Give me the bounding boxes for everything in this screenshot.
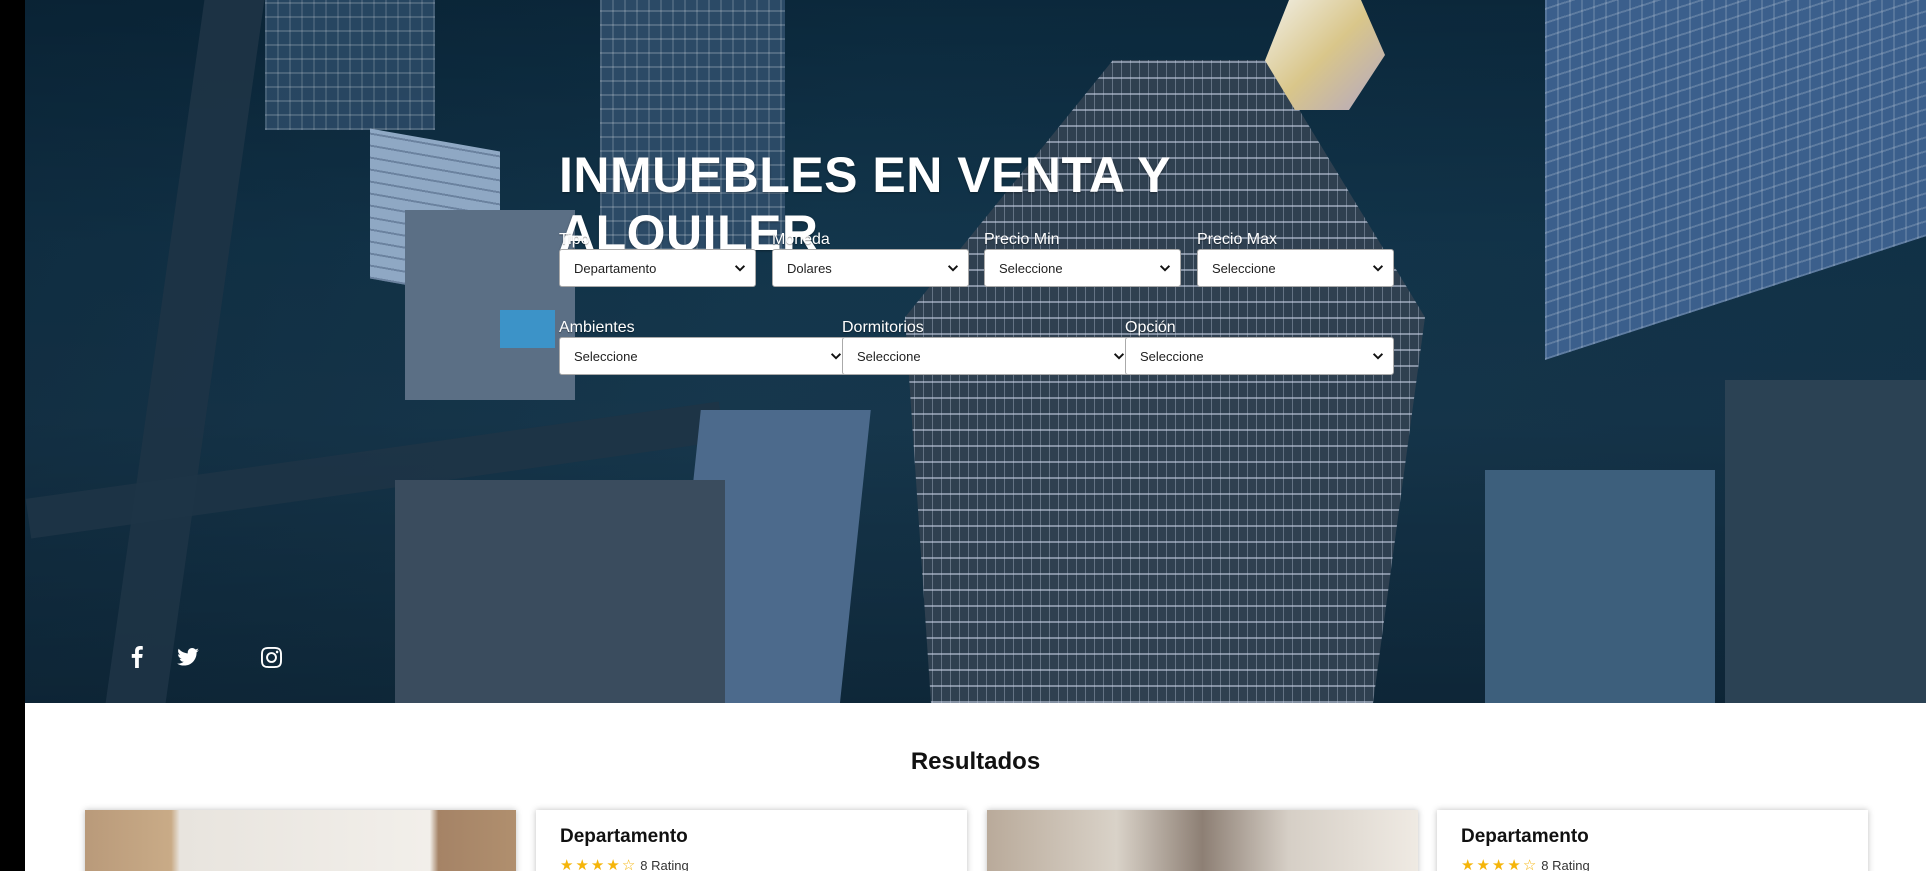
property-card-title: Departamento: [1461, 826, 1589, 847]
bg-building: [1545, 0, 1926, 360]
moneda-select[interactable]: Dolares: [772, 249, 969, 287]
chevron-down-icon: [1159, 265, 1171, 272]
property-card-photo[interactable]: [85, 810, 516, 871]
opcion-select-value: Seleccione: [1140, 348, 1204, 364]
bg-road: [105, 0, 265, 703]
filter-moneda-label: Moneda: [772, 231, 830, 248]
filter-opcion-label: Opción: [1125, 319, 1176, 336]
rating-text: 8 Rating: [640, 858, 689, 871]
moneda-select-value: Dolares: [787, 260, 832, 276]
filter-moneda: Moneda Dolares: [772, 230, 969, 287]
chevron-down-icon: [830, 353, 842, 360]
bg-building: [1725, 380, 1926, 703]
results-title: Resultados: [910, 748, 1041, 775]
opcion-select[interactable]: Seleccione: [1125, 337, 1394, 375]
star-empty-icon: ☆: [1522, 857, 1537, 871]
twitter-link[interactable]: [175, 645, 201, 669]
photo-detail: [219, 830, 249, 844]
results-section: Resultados Departamento ★ ★ ★ ★ ☆ 8 Rati…: [25, 703, 1926, 871]
property-card-photo[interactable]: [987, 810, 1418, 871]
rating-text: 8 Rating: [1541, 858, 1590, 871]
bg-building: [265, 0, 435, 130]
star-icon: ★: [1491, 857, 1506, 871]
bg-pool: [500, 310, 555, 348]
tipo-select[interactable]: Departamento: [559, 249, 756, 287]
chevron-down-icon: [1372, 353, 1384, 360]
property-card-title: Departamento: [560, 826, 688, 847]
rating-row: ★ ★ ★ ★ ☆ 8 Rating: [1461, 858, 1590, 871]
instagram-link[interactable]: [259, 645, 283, 669]
bg-building: [405, 210, 575, 400]
property-card[interactable]: Departamento ★ ★ ★ ★ ☆ 8 Rating: [1437, 810, 1868, 871]
ambientes-select-value: Seleccione: [574, 348, 638, 364]
star-icon: ★: [590, 857, 605, 871]
chevron-down-icon: [734, 265, 746, 272]
star-icon: ★: [560, 857, 574, 871]
facebook-link[interactable]: [125, 645, 149, 669]
filter-ambientes-label: Ambientes: [559, 319, 635, 336]
rating-row: ★ ★ ★ ★ ☆ 8 Rating: [560, 858, 689, 871]
precio-max-select-value: Seleccione: [1212, 260, 1276, 276]
filter-opcion: Opción Seleccione: [1125, 318, 1394, 375]
star-icon: ★: [1461, 857, 1475, 871]
star-icon: ★: [1476, 857, 1490, 871]
star-icon: ★: [575, 857, 589, 871]
tipo-select-value: Departamento: [574, 260, 657, 276]
star-icon: ★: [606, 857, 620, 871]
filter-tipo: Tipo Departamento: [559, 230, 756, 287]
star-icon: ★: [1507, 857, 1521, 871]
filter-precio-max: Precio Max Seleccione: [1197, 230, 1394, 287]
filter-dormitorios-label: Dormitorios: [842, 319, 924, 336]
star-empty-icon: ☆: [621, 857, 636, 871]
filter-dormitorios: Dormitorios Seleccione: [842, 318, 1135, 375]
facebook-icon: [131, 646, 143, 668]
left-edge-bar: [0, 0, 25, 871]
dormitorios-select[interactable]: Seleccione: [842, 337, 1135, 375]
instagram-icon: [260, 646, 282, 668]
chevron-down-icon: [1113, 353, 1125, 360]
bg-building: [395, 480, 725, 703]
filter-precio-max-label: Precio Max: [1197, 231, 1278, 248]
filter-precio-min-label: Precio Min: [984, 231, 1060, 248]
property-card[interactable]: Departamento ★ ★ ★ ★ ☆ 8 Rating: [536, 810, 967, 871]
ambientes-select[interactable]: Seleccione: [559, 337, 852, 375]
filter-tipo-label: Tipo: [559, 231, 590, 248]
bg-building: [1485, 470, 1715, 703]
precio-min-select-value: Seleccione: [999, 260, 1063, 276]
hero-section: INMUEBLES EN VENTA Y ALQUILER Tipo Depar…: [25, 0, 1926, 703]
chevron-down-icon: [947, 265, 959, 272]
filter-ambientes: Ambientes Seleccione: [559, 318, 852, 375]
precio-max-select[interactable]: Seleccione: [1197, 249, 1394, 287]
filter-precio-min: Precio Min Seleccione: [984, 230, 1181, 287]
dormitorios-select-value: Seleccione: [857, 348, 921, 364]
precio-min-select[interactable]: Seleccione: [984, 249, 1181, 287]
twitter-icon: [177, 648, 199, 666]
chevron-down-icon: [1372, 265, 1384, 272]
